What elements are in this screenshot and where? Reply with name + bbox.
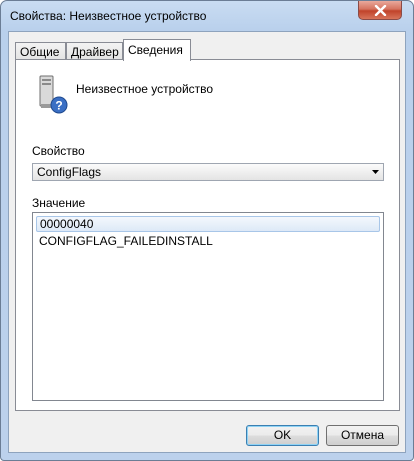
properties-dialog: Свойства: Неизвестное устройство Общие Д… xyxy=(0,0,414,461)
tab-driver[interactable]: Драйвер xyxy=(66,42,123,60)
property-select-value: ConfigFlags xyxy=(37,165,102,179)
unknown-device-icon: ? xyxy=(39,75,68,114)
value-list[interactable]: 00000040 CONFIGFLAG_FAILEDINSTALL xyxy=(32,212,384,401)
title-bar[interactable]: Свойства: Неизвестное устройство xyxy=(1,1,413,31)
tab-details[interactable]: Сведения xyxy=(123,39,191,61)
close-button[interactable] xyxy=(358,1,402,20)
property-label: Свойство xyxy=(32,144,85,158)
svg-text:?: ? xyxy=(55,99,62,113)
property-select[interactable]: ConfigFlags xyxy=(32,163,384,181)
tab-general[interactable]: Общие xyxy=(15,42,66,60)
details-panel: ? Неизвестное устройство Свойство Config… xyxy=(15,59,400,411)
cancel-button[interactable]: Отмена xyxy=(326,425,399,446)
dialog-client-area: Общие Драйвер Сведения ? Неизвестное уст… xyxy=(8,31,406,453)
chevron-down-icon xyxy=(372,170,379,174)
value-label: Значение xyxy=(32,196,86,210)
ok-button[interactable]: OK xyxy=(246,425,319,446)
list-item[interactable]: CONFIGFLAG_FAILEDINSTALL xyxy=(36,233,380,249)
close-icon xyxy=(374,5,387,16)
window-title: Свойства: Неизвестное устройство xyxy=(10,9,207,23)
device-name: Неизвестное устройство xyxy=(76,82,214,96)
list-item[interactable]: 00000040 xyxy=(36,216,380,232)
